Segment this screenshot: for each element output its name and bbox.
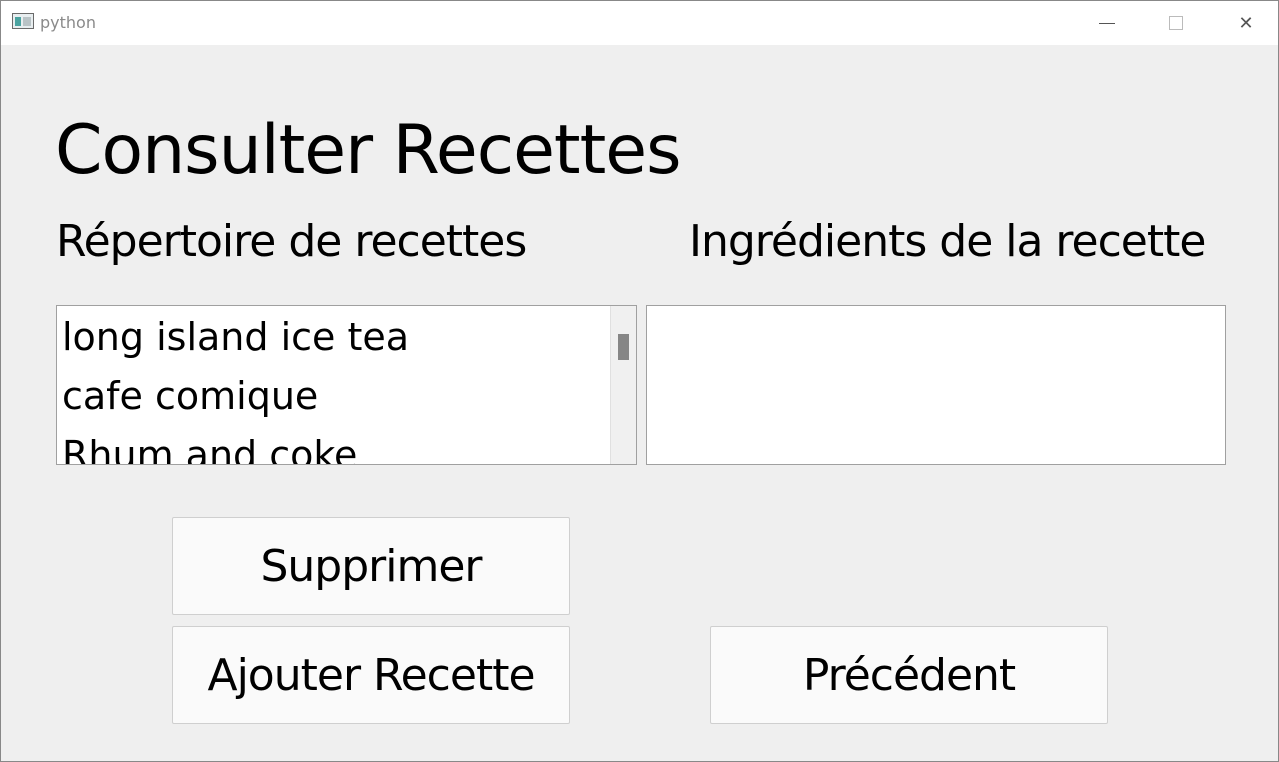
list-item[interactable]: cafe comique [62,374,318,418]
list-scrollbar[interactable] [610,306,636,464]
add-recipe-button[interactable]: Ajouter Recette [172,626,570,724]
minimize-icon [1099,22,1115,24]
close-icon: ✕ [1238,12,1254,34]
maximize-button[interactable] [1141,1,1211,45]
python-app-icon [12,13,34,29]
app-window: python ✕ Consulter Recettes Répertoire d… [0,0,1279,762]
page-title: Consulter Recettes [55,111,682,190]
scroll-thumb[interactable] [618,334,629,360]
recipe-list-label: Répertoire de recettes [56,216,527,267]
ingredients-label: Ingrédients de la recette [689,216,1206,267]
list-item[interactable]: long island ice tea [62,315,409,359]
list-item[interactable]: Rhum and coke [62,433,357,464]
delete-button[interactable]: Supprimer [172,517,570,615]
ingredients-textbox[interactable] [646,305,1226,465]
minimize-button[interactable] [1072,1,1142,45]
previous-button[interactable]: Précédent [710,626,1108,724]
title-bar[interactable]: python ✕ [1,1,1278,45]
recipe-listbox[interactable]: long island ice tea cafe comique Rhum an… [56,305,637,465]
close-button[interactable]: ✕ [1211,1,1279,45]
window-title: python [40,13,96,32]
maximize-icon [1169,16,1183,30]
